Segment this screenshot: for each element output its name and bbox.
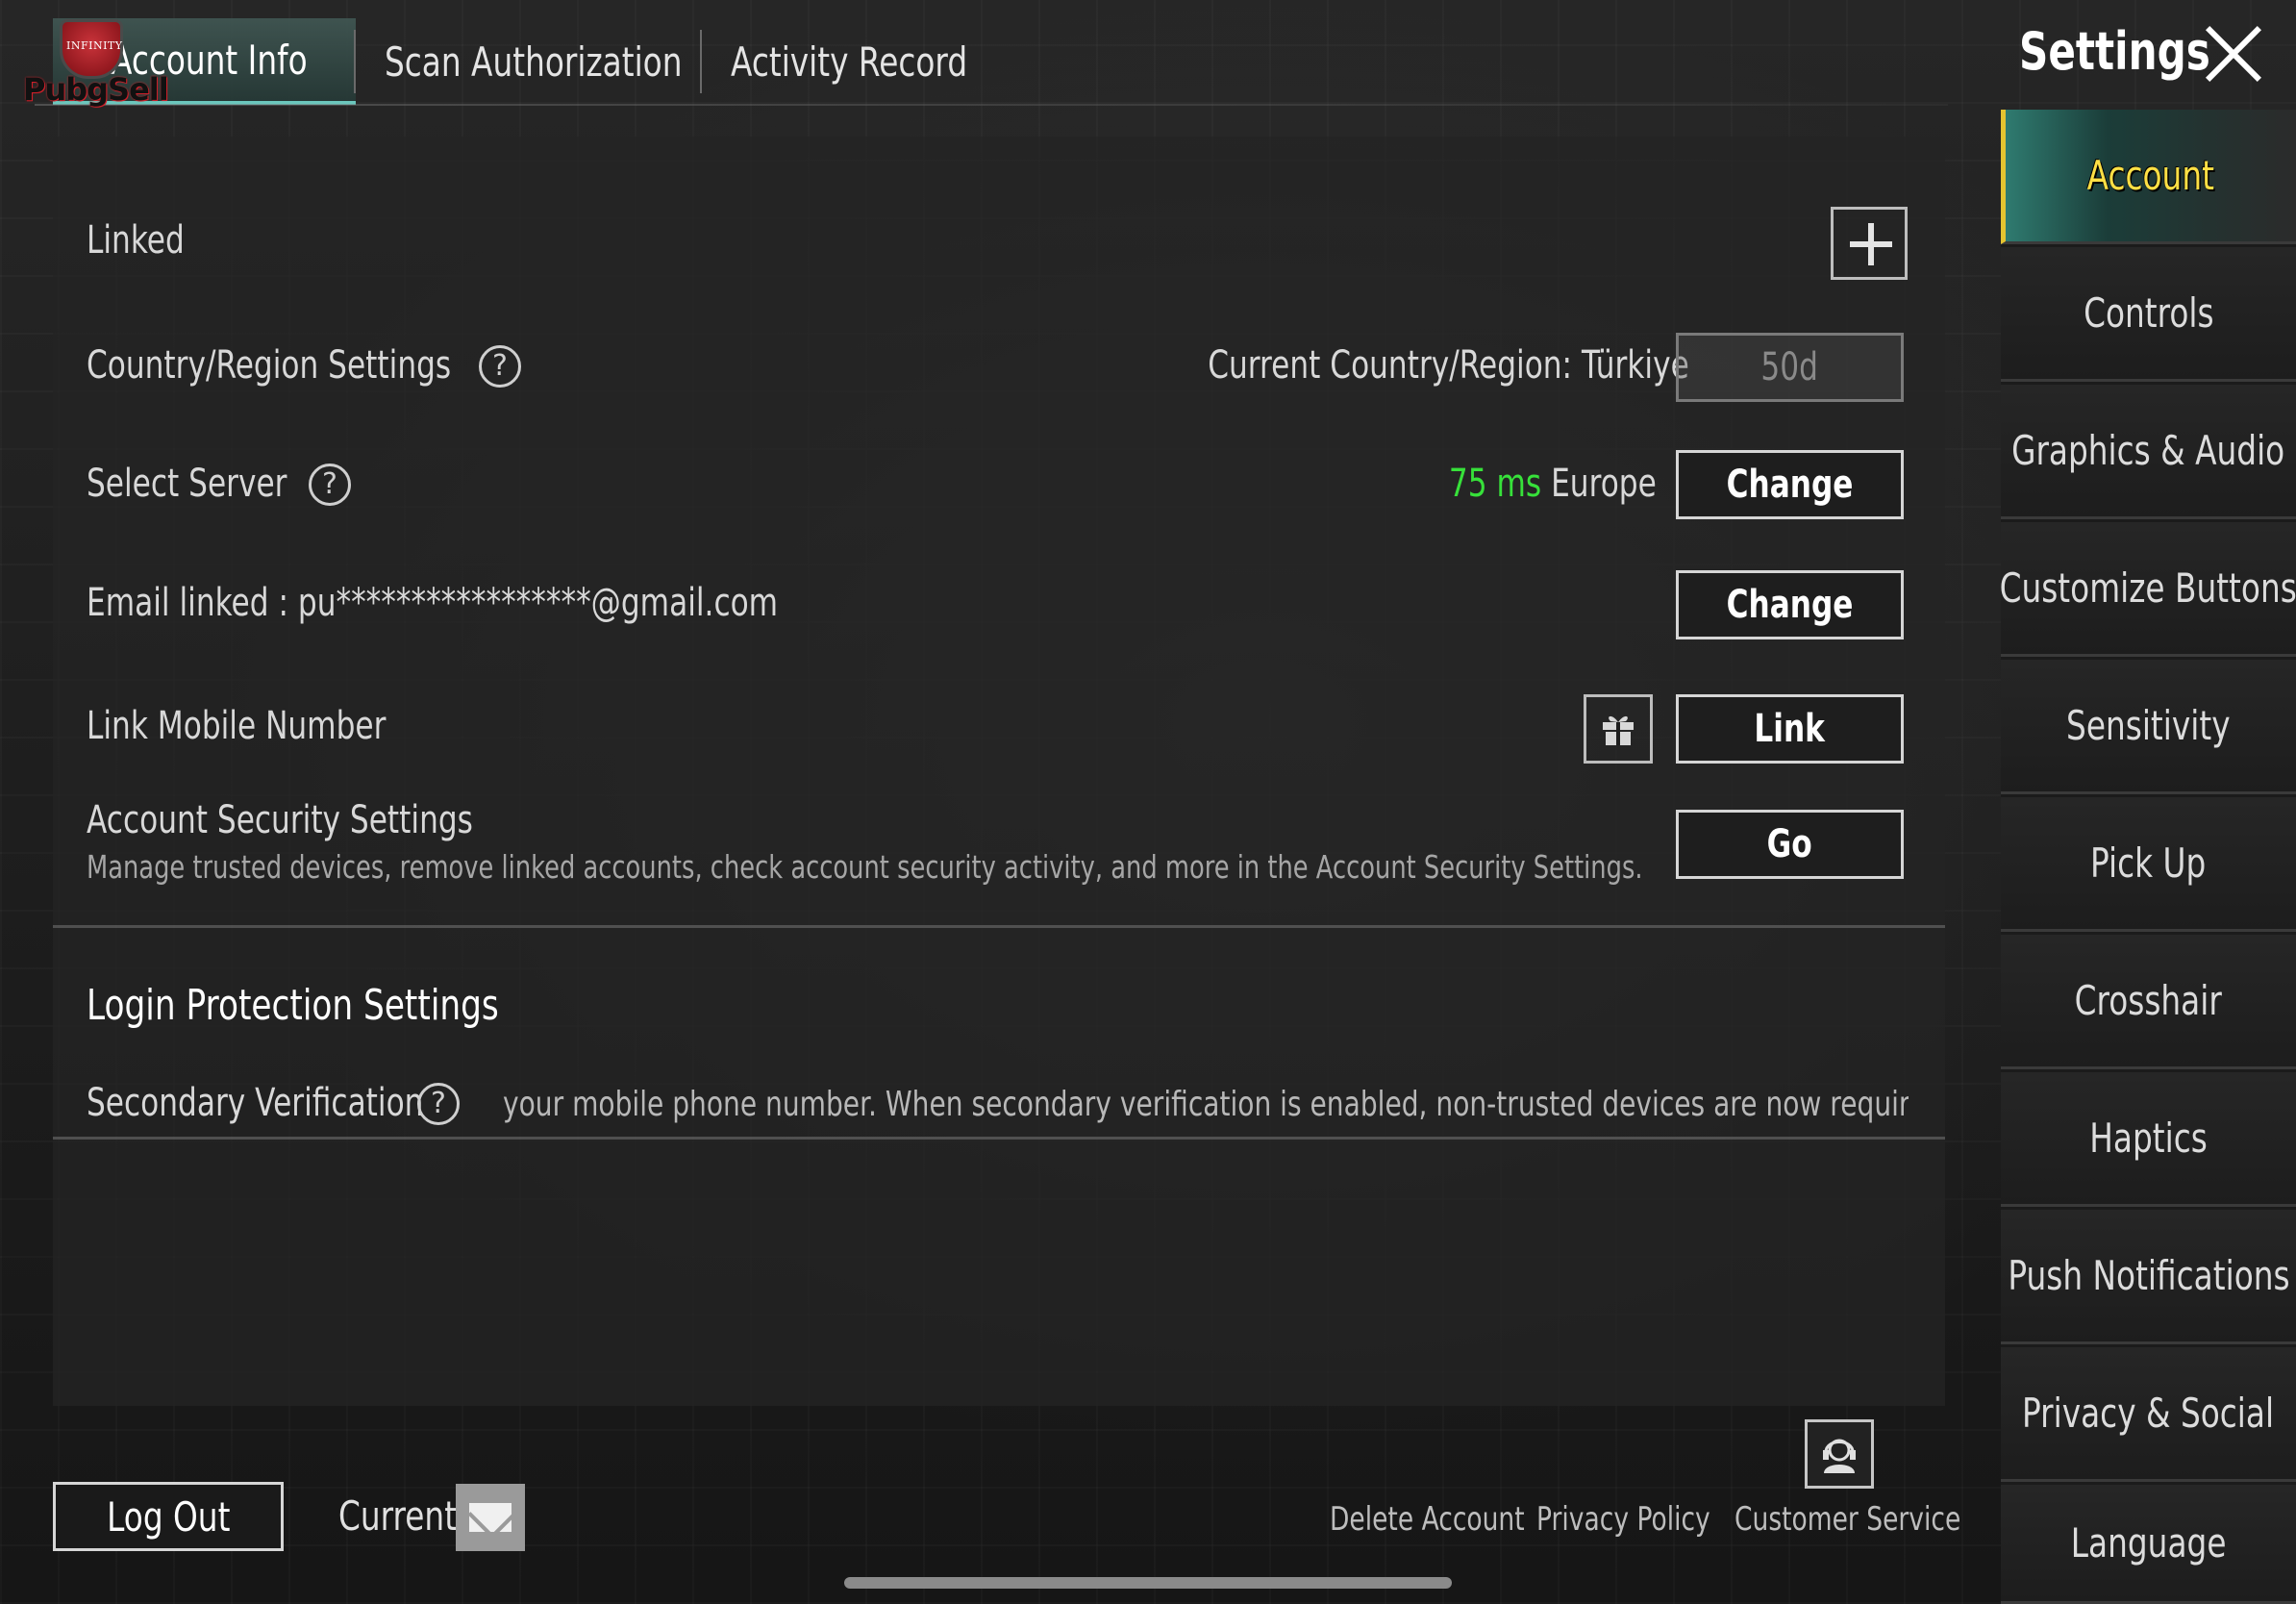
gift-icon[interactable]: [1584, 694, 1653, 764]
server-region: Europe: [1551, 462, 1657, 506]
tab-activity-record[interactable]: Activity Record: [702, 18, 967, 105]
sidebar-item-pick-up[interactable]: Pick Up: [2001, 797, 2296, 932]
sidebar-item-sensitivity[interactable]: Sensitivity: [2001, 660, 2296, 794]
sidebar-item-haptics[interactable]: Haptics: [2001, 1072, 2296, 1207]
section-divider: [53, 1137, 1945, 1140]
link-mobile-label: Link Mobile Number: [87, 704, 387, 748]
add-link-icon[interactable]: [1831, 207, 1908, 280]
server-info: 75 ms Europe: [1264, 462, 1657, 506]
linked-label: Linked: [87, 218, 185, 263]
country-region-label: Country/Region Settings ?: [87, 343, 521, 388]
log-out-button[interactable]: Log Out: [53, 1482, 284, 1551]
sidebar-item-crosshair[interactable]: Crosshair: [2001, 935, 2296, 1069]
change-server-button[interactable]: Change: [1676, 450, 1904, 519]
sidebar-item-push-notifications[interactable]: Push Notifications: [2001, 1210, 2296, 1344]
header-divider: [35, 104, 1948, 106]
country-cooldown-button: 50d: [1676, 333, 1904, 402]
link-mobile-button[interactable]: Link: [1676, 694, 1904, 764]
sidebar-item-controls[interactable]: Controls: [2001, 247, 2296, 382]
tab-label: Scan Authorization: [385, 38, 683, 86]
security-go-button[interactable]: Go: [1676, 810, 1904, 879]
customer-service-icon[interactable]: [1805, 1419, 1874, 1489]
account-info-panel: Linked Country/Region Settings ? Current…: [53, 137, 1945, 1406]
email-linked-label: Email linked : pu*****************@gmail…: [87, 581, 779, 625]
login-protection-title: Login Protection Settings: [87, 981, 499, 1030]
watermark-logo: INFINITY PubgSell: [21, 17, 169, 113]
server-ping: 75 ms: [1449, 462, 1542, 506]
horizontal-scrollbar[interactable]: [844, 1577, 1452, 1589]
settings-sidebar: Account Controls Graphics & Audio Custom…: [2000, 110, 2296, 1604]
shield-logo-icon: INFINITY: [60, 19, 123, 79]
customer-service-label[interactable]: Customer Service: [1734, 1500, 2025, 1539]
help-icon[interactable]: ?: [309, 464, 351, 506]
select-server-label: Select Server ?: [87, 462, 351, 506]
tab-scan-authorization[interactable]: Scan Authorization: [356, 18, 702, 105]
section-divider: [53, 925, 1945, 928]
mail-icon[interactable]: [456, 1484, 525, 1551]
secondary-verification-label: Secondary Verification ?: [87, 1081, 518, 1125]
sidebar-item-customize-buttons[interactable]: Customize Buttons: [2000, 522, 2296, 657]
watermark-text: PubgSell: [23, 71, 169, 108]
privacy-policy-link[interactable]: Privacy Policy: [1536, 1500, 1759, 1539]
security-settings-label: Account Security Settings: [87, 798, 473, 842]
current-country: Current Country/Region: Türkiye: [1208, 343, 1689, 388]
change-email-button[interactable]: Change: [1676, 570, 1904, 639]
secondary-verification-description: your mobile phone number. When secondary…: [503, 1085, 1909, 1124]
top-tabs: Account Info Scan Authorization Activity…: [53, 17, 967, 106]
sidebar-item-graphics-audio[interactable]: Graphics & Audio: [2001, 385, 2296, 519]
sidebar-item-language[interactable]: Language: [2001, 1485, 2296, 1604]
help-icon[interactable]: ?: [417, 1083, 460, 1125]
close-icon[interactable]: [2202, 21, 2265, 85]
help-icon[interactable]: ?: [479, 345, 521, 388]
tab-label: Activity Record: [731, 38, 968, 86]
sidebar-item-account[interactable]: Account: [2001, 110, 2296, 244]
sidebar-item-privacy-social[interactable]: Privacy & Social: [2001, 1347, 2296, 1482]
